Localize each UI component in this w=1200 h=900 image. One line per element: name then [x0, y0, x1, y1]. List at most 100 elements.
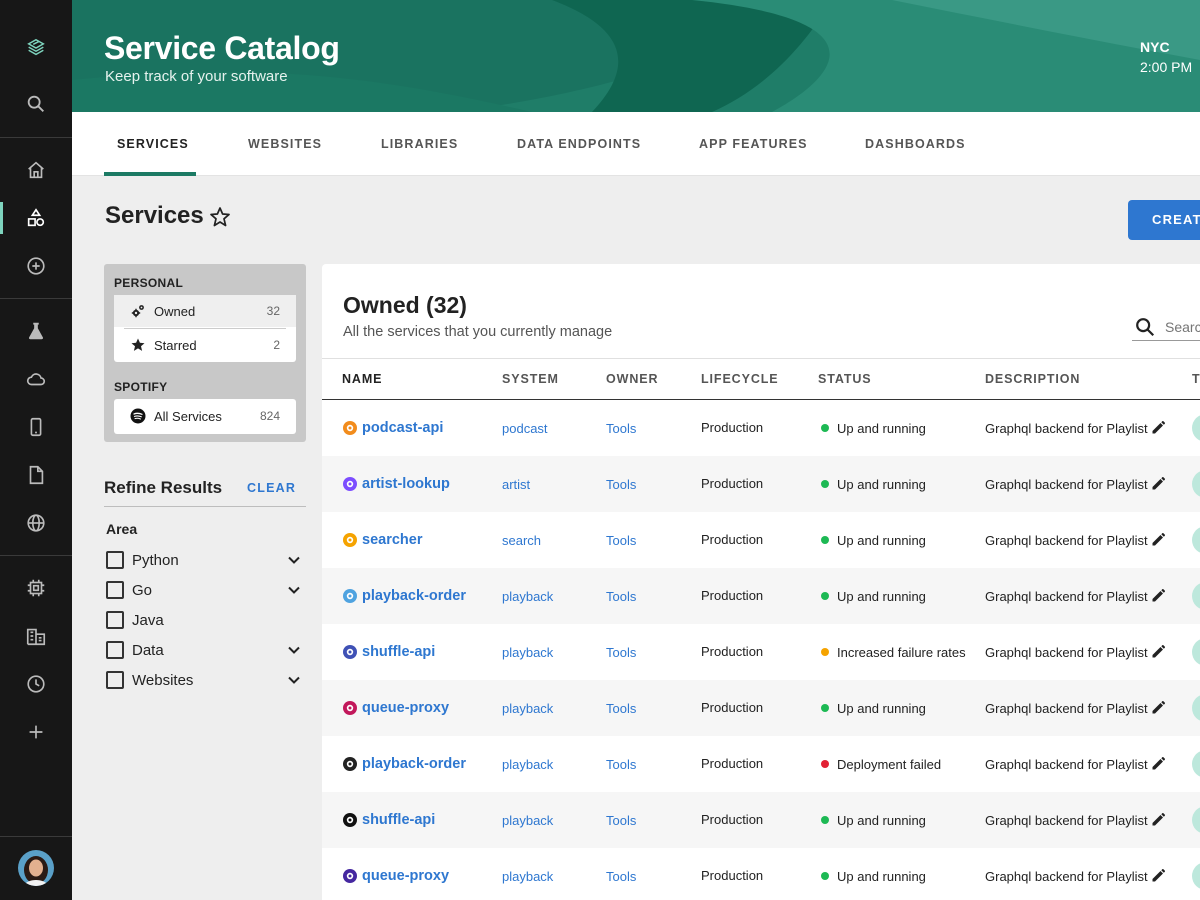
tab-services[interactable]: SERVICES	[117, 112, 189, 176]
edit-icon[interactable]	[1150, 624, 1166, 680]
filter-starred[interactable]: Starred 2	[114, 329, 296, 361]
experiments-icon[interactable]	[0, 311, 72, 351]
column-header-owner[interactable]: OWNER	[606, 372, 658, 386]
cloud-icon[interactable]	[0, 359, 72, 399]
table-row[interactable]: shuffle-api playback Tools Production Up and…	[322, 792, 1200, 848]
service-name[interactable]: playback-order	[362, 756, 466, 772]
star-icon[interactable]	[208, 205, 232, 229]
tag-chip[interactable]	[1192, 624, 1200, 680]
clear-filters-button[interactable]: CLEAR	[247, 481, 296, 495]
service-name[interactable]: queue-proxy	[362, 868, 449, 884]
chevron-down-icon[interactable]	[286, 552, 302, 568]
tag-chip[interactable]	[1192, 848, 1200, 900]
service-name-link[interactable]: playback-order	[342, 568, 466, 624]
owner-link[interactable]: Tools	[606, 400, 636, 456]
create-button[interactable]: CREATE	[1128, 200, 1200, 240]
owner-link[interactable]: Tools	[606, 736, 636, 792]
service-name-link[interactable]: queue-proxy	[342, 848, 449, 900]
tag-chip[interactable]	[1192, 512, 1200, 568]
create-icon[interactable]	[0, 246, 72, 286]
edit-icon[interactable]	[1150, 848, 1166, 900]
service-name-link[interactable]: searcher	[342, 512, 422, 568]
edit-icon[interactable]	[1150, 568, 1166, 624]
building-icon[interactable]	[0, 616, 72, 656]
tab-data-endpoints[interactable]: DATA ENDPOINTS	[517, 112, 641, 176]
chevron-down-icon[interactable]	[286, 642, 302, 658]
service-name-link[interactable]: playback-order	[342, 736, 466, 792]
service-name[interactable]: shuffle-api	[362, 644, 435, 660]
mobile-icon[interactable]	[0, 407, 72, 447]
service-name[interactable]: queue-proxy	[362, 700, 449, 716]
owner-link[interactable]: Tools	[606, 456, 636, 512]
table-row[interactable]: podcast-api podcast Tools Production Up and …	[322, 400, 1200, 456]
system-link[interactable]: playback	[502, 848, 553, 900]
service-name[interactable]: searcher	[362, 532, 422, 548]
chevron-down-icon[interactable]	[286, 672, 302, 688]
checkbox[interactable]	[106, 581, 124, 599]
service-name[interactable]: podcast-api	[362, 420, 443, 436]
catalog-icon[interactable]	[0, 198, 72, 238]
tab-app-features[interactable]: APP FEATURES	[699, 112, 808, 176]
column-header-tags[interactable]: TAGS	[1192, 372, 1200, 386]
owner-link[interactable]: Tools	[606, 680, 636, 736]
table-row[interactable]: shuffle-api playback Tools Production Increa…	[322, 624, 1200, 680]
service-name-link[interactable]: podcast-api	[342, 400, 443, 456]
owner-link[interactable]: Tools	[606, 624, 636, 680]
tag-chip[interactable]	[1192, 792, 1200, 848]
chevron-down-icon[interactable]	[286, 582, 302, 598]
tag-chip[interactable]	[1192, 680, 1200, 736]
avatar[interactable]	[18, 850, 54, 886]
add-icon[interactable]	[0, 712, 72, 752]
tag-chip[interactable]	[1192, 568, 1200, 624]
service-name[interactable]: playback-order	[362, 588, 466, 604]
edit-icon[interactable]	[1150, 400, 1166, 456]
edit-icon[interactable]	[1150, 512, 1166, 568]
owner-link[interactable]: Tools	[606, 848, 636, 900]
edit-icon[interactable]	[1150, 792, 1166, 848]
filter-all-services[interactable]: All Services 824	[114, 400, 296, 432]
column-header-name[interactable]: NAME	[342, 372, 382, 386]
search-input[interactable]	[1165, 317, 1200, 337]
service-name[interactable]: shuffle-api	[362, 812, 435, 828]
table-row[interactable]: playback-order playback Tools Production Up …	[322, 568, 1200, 624]
system-link[interactable]: playback	[502, 624, 553, 680]
column-header-system[interactable]: SYSTEM	[502, 372, 559, 386]
system-link[interactable]: playback	[502, 736, 553, 792]
column-header-lifecycle[interactable]: LIFECYCLE	[701, 372, 779, 386]
cpu-icon[interactable]	[0, 568, 72, 608]
service-name-link[interactable]: shuffle-api	[342, 792, 435, 848]
system-link[interactable]: playback	[502, 680, 553, 736]
service-name[interactable]: artist-lookup	[362, 476, 450, 492]
checkbox[interactable]	[106, 611, 124, 629]
service-name-link[interactable]: shuffle-api	[342, 624, 435, 680]
tag-chip[interactable]	[1192, 736, 1200, 792]
tab-libraries[interactable]: LIBRARIES	[381, 112, 458, 176]
service-name-link[interactable]: queue-proxy	[342, 680, 449, 736]
owner-link[interactable]: Tools	[606, 792, 636, 848]
table-row[interactable]: searcher search Tools Production Up and runn…	[322, 512, 1200, 568]
edit-icon[interactable]	[1150, 680, 1166, 736]
column-header-status[interactable]: STATUS	[818, 372, 872, 386]
tag-chip[interactable]	[1192, 456, 1200, 512]
area-option-java[interactable]: Java	[106, 608, 302, 632]
tab-websites[interactable]: WEBSITES	[248, 112, 322, 176]
area-option-data[interactable]: Data	[106, 638, 302, 662]
table-row[interactable]: playback-order playback Tools Production Dep…	[322, 736, 1200, 792]
service-name-link[interactable]: artist-lookup	[342, 456, 450, 512]
checkbox[interactable]	[106, 551, 124, 569]
docs-icon[interactable]	[0, 455, 72, 495]
tab-dashboards[interactable]: DASHBOARDS	[865, 112, 966, 176]
column-header-description[interactable]: DESCRIPTION	[985, 372, 1080, 386]
area-option-websites[interactable]: Websites	[106, 668, 302, 692]
table-row[interactable]: artist-lookup artist Tools Production Up and…	[322, 456, 1200, 512]
globe-icon[interactable]	[0, 503, 72, 543]
system-link[interactable]: playback	[502, 568, 553, 624]
filter-owned[interactable]: Owned 32	[114, 295, 296, 327]
area-option-python[interactable]: Python	[106, 548, 302, 572]
search-icon[interactable]	[1134, 316, 1156, 338]
edit-icon[interactable]	[1150, 456, 1166, 512]
system-link[interactable]: podcast	[502, 400, 548, 456]
owner-link[interactable]: Tools	[606, 568, 636, 624]
search-icon[interactable]	[0, 84, 72, 124]
system-link[interactable]: artist	[502, 456, 530, 512]
